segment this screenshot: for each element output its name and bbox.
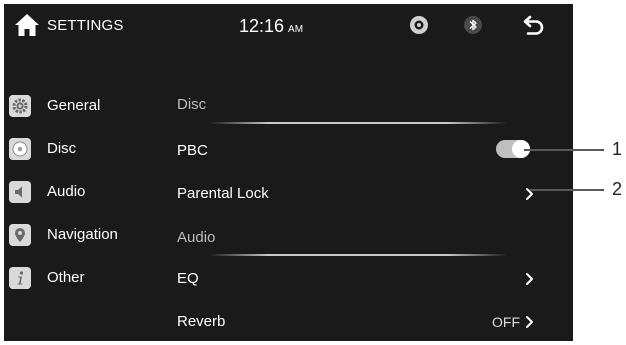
sidebar-item-navigation[interactable]: Navigation xyxy=(4,218,154,250)
sidebar-item-label: Navigation xyxy=(47,226,118,243)
sidebar-item-disc[interactable]: Disc xyxy=(4,132,154,164)
chevron-right-icon xyxy=(526,273,533,285)
sidebar-item-label: Disc xyxy=(47,140,77,157)
setting-row-parental-lock[interactable]: Parental Lock xyxy=(174,177,554,211)
info-icon xyxy=(9,267,31,289)
status-bar: SETTINGS 12:16 AM xyxy=(4,4,573,48)
section-header-audio: Audio xyxy=(177,229,216,246)
reverb-value: OFF xyxy=(492,314,520,330)
clock-time: 12:16 xyxy=(239,16,285,36)
sidebar-item-label: Audio xyxy=(47,183,86,200)
sidebar-item-label: General xyxy=(47,97,101,114)
sidebar-item-audio[interactable]: Audio xyxy=(4,175,154,207)
divider xyxy=(209,254,507,256)
home-icon[interactable] xyxy=(14,13,40,37)
callout-number-2: 2 xyxy=(612,179,623,199)
screen-title: SETTINGS xyxy=(47,17,124,34)
callout-number-1: 1 xyxy=(612,139,623,159)
setting-row-reverb[interactable]: Reverb OFF xyxy=(174,305,554,339)
gear-icon xyxy=(9,95,31,117)
disc-icon xyxy=(9,138,31,160)
divider xyxy=(209,122,507,124)
callout-line-2 xyxy=(530,189,604,191)
setting-row-pbc[interactable]: PBC xyxy=(174,134,554,168)
setting-row-eq[interactable]: EQ xyxy=(174,262,554,296)
clock: 12:16 AM xyxy=(239,16,303,37)
setting-label: EQ xyxy=(177,270,199,287)
section-header-disc: Disc xyxy=(177,96,207,113)
callout-line-1 xyxy=(524,149,604,151)
back-icon[interactable] xyxy=(522,14,546,36)
settings-screen: SETTINGS 12:16 AM General Disc Audio Nav… xyxy=(4,4,573,341)
disc-status-icon xyxy=(410,16,428,34)
clock-ampm: AM xyxy=(288,24,304,35)
chevron-right-icon xyxy=(526,316,533,328)
sidebar-item-label: Other xyxy=(47,269,85,286)
speaker-icon xyxy=(9,181,31,203)
setting-label: Parental Lock xyxy=(177,185,269,202)
sidebar-item-general[interactable]: General xyxy=(4,89,154,121)
bluetooth-icon xyxy=(464,16,482,34)
location-pin-icon xyxy=(9,224,31,246)
sidebar-item-other[interactable]: Other xyxy=(4,261,154,293)
setting-label: PBC xyxy=(177,142,208,159)
setting-label: Reverb xyxy=(177,313,226,330)
